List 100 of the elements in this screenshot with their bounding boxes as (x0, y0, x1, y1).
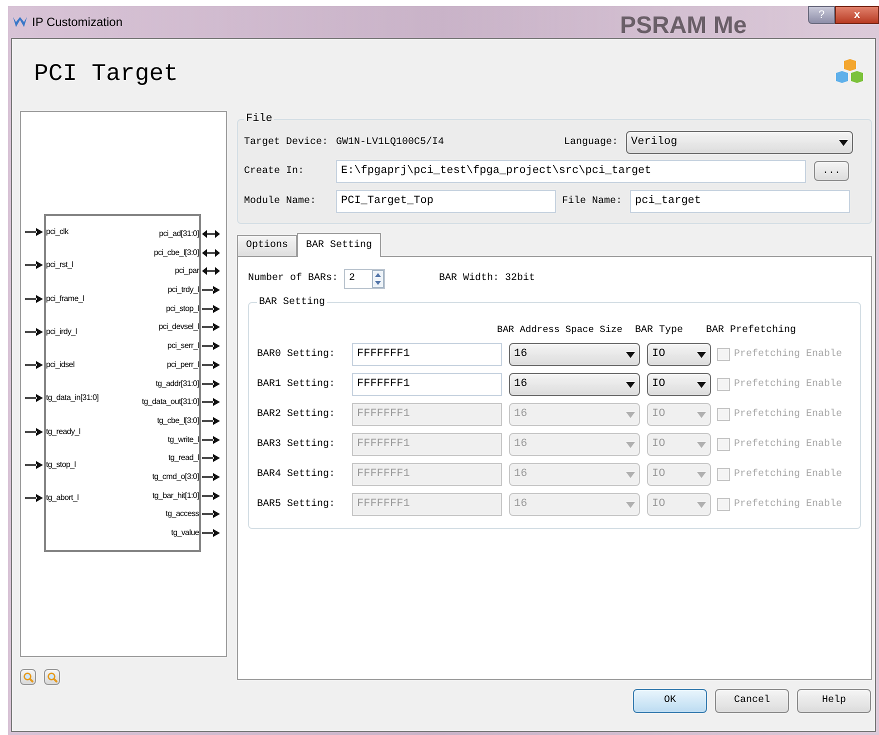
pin-label: pci_irdy_l (46, 326, 77, 338)
row-label: BAR5 Setting: (257, 498, 336, 512)
bar-value-field[interactable]: FFFFFFF1 (352, 343, 502, 366)
browse-button[interactable]: ... (814, 161, 849, 181)
dropdown-caret-icon (626, 442, 635, 448)
dropdown-caret-icon (626, 352, 635, 358)
dialog-button[interactable]: OK (633, 688, 707, 712)
dropdown-caret-icon (697, 442, 706, 448)
module-name-field[interactable]: PCI_Target_Top (336, 190, 556, 213)
bar-value-field[interactable]: FFFFFFF1 (352, 373, 502, 396)
tab[interactable]: BAR Setting (297, 232, 382, 256)
file-name-field[interactable]: pci_target (630, 190, 850, 213)
field-label: Create In: (244, 164, 306, 178)
arrow-icon (202, 416, 220, 425)
zoom-out-button[interactable] (44, 669, 60, 685)
arrow-icon (202, 472, 220, 481)
arrow-icon (25, 428, 43, 436)
dropdown-caret-icon (626, 382, 635, 388)
background-window-text: PSRAM Me (620, 11, 747, 41)
window-title: IP Customization (32, 14, 122, 31)
bidirectional-arrow-icon (202, 267, 220, 276)
field-label: Target Device: (244, 136, 330, 150)
field-label: Number of BARs: (248, 272, 340, 286)
field-label: Language: (564, 136, 620, 150)
bar-count-spinbox[interactable]: 2 (344, 268, 385, 288)
dropdown-caret-icon (626, 472, 635, 478)
pin-label: pci_devsel_l (158, 321, 199, 334)
target-device-value: GW1N-LV1LQ100C5/I4 (336, 136, 446, 150)
pin-label: pci_trdy_l (168, 284, 199, 296)
field-label: File Name: (562, 194, 624, 209)
pin-label: pci_stop_l (166, 302, 199, 315)
pin-label: pci_serr_l (167, 340, 199, 352)
row-label: BAR2 Setting: (257, 408, 336, 422)
pin-label: tg_data_out[31:0] (142, 396, 199, 408)
zoom-in-button[interactable] (20, 669, 36, 685)
pin-label: tg_cbe_l[3:0] (157, 414, 199, 427)
close-button[interactable]: x (835, 6, 879, 24)
arrow-icon (202, 342, 220, 350)
bidirectional-arrow-icon (202, 248, 220, 257)
arrow-icon (202, 454, 220, 462)
pin-label: tg_write_l (168, 434, 199, 446)
bar-type-dropdown[interactable]: IO (647, 343, 711, 366)
dialog-button[interactable]: Cancel (715, 688, 789, 712)
arrow-icon (25, 328, 43, 336)
checkbox[interactable] (717, 378, 730, 391)
checkbox-label: Prefetching Enable (734, 438, 842, 452)
column-header: BAR Type (635, 324, 684, 338)
arrow-icon (25, 461, 43, 470)
arrow-icon (25, 294, 43, 303)
arrow-icon (202, 360, 220, 369)
arrow-icon (202, 492, 220, 500)
arrow-icon (202, 398, 220, 406)
pin-label: tg_bar_hit[1:0] (152, 490, 199, 502)
language-dropdown[interactable]: Verilog (626, 131, 853, 154)
row-label: BAR1 Setting: (257, 378, 336, 392)
dropdown-caret-icon (697, 472, 706, 478)
dropdown-caret-icon (697, 382, 706, 388)
pin-label: pci_par (174, 265, 199, 278)
arrow-icon (202, 304, 220, 313)
bar-type-dropdown[interactable]: IO (647, 373, 711, 396)
dropdown-caret-icon (839, 140, 848, 146)
group-title: File (245, 112, 274, 127)
checkbox-label: Prefetching Enable (734, 468, 842, 482)
bidirectional-arrow-icon (202, 230, 220, 238)
arrow-icon (202, 380, 220, 388)
pin-label: pci_rst_l (46, 259, 74, 272)
pin-label: pci_clk (46, 226, 68, 238)
pin-label: tg_cmd_o[3:0] (152, 470, 199, 483)
column-header: BAR Address Space Size (497, 323, 624, 338)
checkbox-label: Prefetching Enable (734, 408, 842, 422)
checkbox[interactable] (717, 348, 730, 361)
pin-label: pci_ad[31:0] (159, 228, 199, 240)
dropdown-caret-icon (697, 502, 706, 508)
pin-label: pci_cbe_l[3:0] (154, 246, 199, 259)
dropdown-caret-icon (697, 412, 706, 418)
magnifier-icon (22, 672, 34, 682)
pin-label: pci_frame_l (46, 292, 84, 305)
checkbox-label: Prefetching Enable (734, 378, 842, 392)
arrow-icon (202, 286, 220, 294)
address-size-dropdown[interactable]: 16 (509, 343, 640, 366)
pin-label: tg_addr[31:0] (156, 378, 199, 390)
pin-label: tg_abort_l (46, 492, 79, 504)
checkbox-label: Prefetching Enable (734, 348, 842, 362)
arrow-icon (25, 261, 43, 270)
field-label: Module Name: (244, 194, 318, 209)
checkbox-label: Prefetching Enable (734, 498, 842, 512)
pin-label: tg_read_l (168, 452, 199, 464)
tab[interactable]: Options (237, 234, 298, 256)
dialog-button[interactable]: Help (797, 688, 871, 712)
pin-label: pci_perr_l (166, 358, 199, 371)
arrow-icon (25, 228, 43, 236)
row-label: BAR0 Setting: (257, 348, 336, 362)
create-in-field[interactable]: E:\fpgaprj\pci_test\fpga_project\src\pci_target (336, 160, 806, 182)
pin-label: tg_stop_l (46, 459, 76, 472)
column-header: BAR Prefetching (706, 324, 796, 338)
group-title: BAR Setting (258, 296, 326, 310)
arrow-icon (25, 394, 43, 402)
pin-label: pci_idsel (46, 359, 74, 372)
address-size-dropdown[interactable]: 16 (509, 373, 640, 396)
spin-arrows-icon (372, 270, 384, 288)
